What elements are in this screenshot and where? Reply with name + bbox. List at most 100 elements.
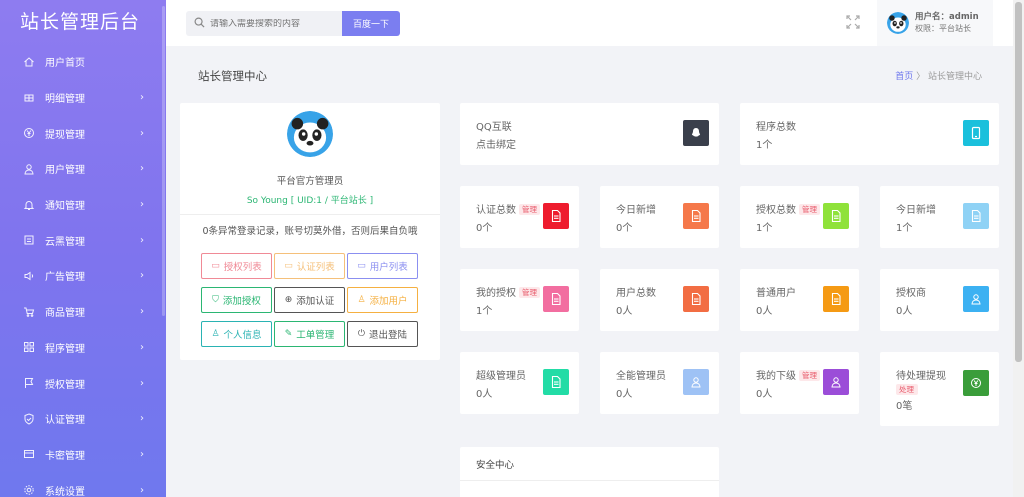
stat-card[interactable]: 认证总数 管理 0个 bbox=[460, 186, 579, 248]
manage-tag[interactable]: 管理 bbox=[519, 204, 540, 215]
manage-tag[interactable]: 处理 bbox=[896, 384, 918, 395]
page-scrollbar[interactable] bbox=[1013, 0, 1024, 497]
stat-card[interactable]: 今日新增 1个 bbox=[880, 186, 999, 248]
stat-card[interactable]: 程序总数 1个 bbox=[740, 103, 999, 165]
stat-title-text: 我的授权 bbox=[476, 288, 516, 299]
doc-icon: ▭ bbox=[211, 261, 220, 271]
qq-icon bbox=[683, 120, 709, 146]
list-icon bbox=[22, 91, 36, 105]
sidebar-item-11[interactable]: 认证管理 › bbox=[0, 401, 166, 437]
auth-list-button[interactable]: ▭ 授权列表 bbox=[201, 253, 272, 279]
sidebar-item-9[interactable]: 程序管理 › bbox=[0, 330, 166, 366]
sidebar: 站长管理后台 用户首页 明细管理 › 提现管理 › 用户管理 › 通知管理 › 云黑管理 › 广告管理… bbox=[0, 0, 166, 497]
user-menu[interactable]: 用户名：admin 权限：平台站长 bbox=[877, 0, 993, 46]
button-label: 工单管理 bbox=[296, 330, 335, 341]
sidebar-item-8[interactable]: 商品管理 › bbox=[0, 294, 166, 330]
page-scrollbar-thumb[interactable] bbox=[1015, 2, 1022, 362]
sidebar-item-label: 程序管理 bbox=[45, 343, 85, 355]
stat-title: 今日新增 bbox=[896, 201, 936, 216]
shield-icon: ⛉ bbox=[212, 295, 219, 305]
user-list-button[interactable]: ▭ 用户列表 bbox=[347, 253, 418, 279]
sidebar-item-label: 广告管理 bbox=[45, 272, 85, 284]
add-user-button[interactable]: ♙ 添加用户 bbox=[347, 287, 418, 313]
stat-card[interactable]: 今日新增 0个 bbox=[600, 186, 719, 248]
sidebar-item-7[interactable]: 广告管理 › bbox=[0, 258, 166, 294]
stat-card[interactable]: 超级管理员 0人 bbox=[460, 352, 579, 414]
page-title: 站长管理中心 bbox=[198, 69, 267, 83]
stat-card[interactable]: 全能管理员 0人 bbox=[600, 352, 719, 414]
doc-icon: ▭ bbox=[284, 261, 293, 271]
stat-card[interactable]: 我的授权 管理 1个 bbox=[460, 269, 579, 331]
cert-list-button[interactable]: ▭ 认证列表 bbox=[274, 253, 345, 279]
stat-title: 程序总数 bbox=[756, 118, 796, 133]
stat-title-text: 我的下级 bbox=[756, 371, 796, 382]
fullscreen-icon[interactable] bbox=[846, 15, 860, 29]
plus-circle-icon: ⊕ bbox=[284, 295, 293, 305]
manage-tag[interactable]: 管理 bbox=[799, 370, 820, 381]
card-icon bbox=[22, 447, 36, 461]
sidebar-item-label: 明细管理 bbox=[45, 94, 85, 106]
user-icon bbox=[683, 369, 709, 395]
button-label: 用户列表 bbox=[369, 262, 408, 273]
breadcrumb-home[interactable]: 首页 bbox=[895, 72, 913, 82]
sidebar-scrollbar[interactable] bbox=[162, 6, 165, 316]
sidebar-item-label: 通知管理 bbox=[45, 201, 85, 213]
stat-title: 认证总数 管理 bbox=[476, 201, 540, 216]
doc-icon bbox=[543, 203, 569, 229]
sidebar-item-label: 商品管理 bbox=[45, 308, 85, 320]
search-box bbox=[186, 11, 342, 36]
doc-icon bbox=[963, 203, 989, 229]
sidebar-item-12[interactable]: 卡密管理 › bbox=[0, 437, 166, 473]
stat-title-text: 全能管理员 bbox=[616, 371, 666, 382]
breadcrumb-separator: 〉 bbox=[916, 72, 926, 82]
stat-card[interactable]: 授权总数 管理 1个 bbox=[740, 186, 859, 248]
chevron-right-icon: › bbox=[140, 306, 144, 318]
sidebar-item-label: 认证管理 bbox=[45, 415, 85, 427]
stat-card[interactable]: 用户总数 0人 bbox=[600, 269, 719, 331]
sidebar-item-5[interactable]: 通知管理 › bbox=[0, 187, 166, 223]
divider bbox=[460, 480, 719, 481]
sidebar-item-10[interactable]: 授权管理 › bbox=[0, 365, 166, 401]
button-label: 个人信息 bbox=[223, 330, 262, 341]
sidebar-item-1[interactable]: 用户首页 bbox=[0, 44, 166, 80]
manage-tag[interactable]: 管理 bbox=[799, 204, 820, 215]
phone-icon bbox=[963, 120, 989, 146]
logout-button[interactable]: ⏻ 退出登陆 bbox=[347, 321, 418, 347]
profile-avatar bbox=[287, 111, 333, 157]
stat-value: 0个 bbox=[616, 223, 633, 234]
stat-title: 授权商 bbox=[896, 284, 926, 299]
stat-card[interactable]: 待处理提现 处理 0笔 bbox=[880, 352, 999, 426]
stat-card[interactable]: QQ互联 点击绑定 bbox=[460, 103, 719, 165]
sidebar-item-2[interactable]: 明细管理 › bbox=[0, 80, 166, 116]
profile-info-button[interactable]: ♙ 个人信息 bbox=[201, 321, 272, 347]
sidebar-item-label: 系统设置 bbox=[45, 486, 85, 497]
profile-card: 平台官方管理员 So Young [ UID:1 / 平台站长 ] 0条异常登录… bbox=[180, 103, 440, 360]
stat-title-text: 用户总数 bbox=[616, 288, 656, 299]
doc-icon bbox=[543, 286, 569, 312]
stat-card[interactable]: 授权商 0人 bbox=[880, 269, 999, 331]
ticket-button[interactable]: ✎ 工单管理 bbox=[274, 321, 345, 347]
search-button[interactable]: 百度一下 bbox=[342, 11, 400, 36]
sidebar-item-13[interactable]: 系统设置 › bbox=[0, 472, 166, 497]
breadcrumb: 首页 〉 站长管理中心 bbox=[895, 69, 982, 82]
gear-icon bbox=[22, 483, 36, 497]
chevron-right-icon: › bbox=[140, 234, 144, 246]
manage-tag[interactable]: 管理 bbox=[519, 287, 540, 298]
sidebar-item-4[interactable]: 用户管理 › bbox=[0, 151, 166, 187]
sidebar-item-6[interactable]: 云黑管理 › bbox=[0, 222, 166, 258]
search-input[interactable] bbox=[210, 18, 330, 29]
doc-icon bbox=[683, 203, 709, 229]
stat-value: 0个 bbox=[476, 223, 493, 234]
sidebar-item-3[interactable]: 提现管理 › bbox=[0, 115, 166, 151]
user-icon bbox=[22, 162, 36, 176]
stat-title-text: 待处理提现 bbox=[896, 371, 946, 382]
add-cert-button[interactable]: ⊕ 添加认证 bbox=[274, 287, 345, 313]
user-icon bbox=[823, 369, 849, 395]
stat-card[interactable]: 我的下级 管理 0人 bbox=[740, 352, 859, 414]
sidebar-item-label: 提现管理 bbox=[45, 129, 85, 141]
yen-icon bbox=[22, 126, 36, 140]
stat-value: 1个 bbox=[896, 223, 913, 234]
stat-value[interactable]: 点击绑定 bbox=[476, 136, 516, 151]
stat-card[interactable]: 普通用户 0人 bbox=[740, 269, 859, 331]
add-auth-button[interactable]: ⛉ 添加授权 bbox=[201, 287, 272, 313]
